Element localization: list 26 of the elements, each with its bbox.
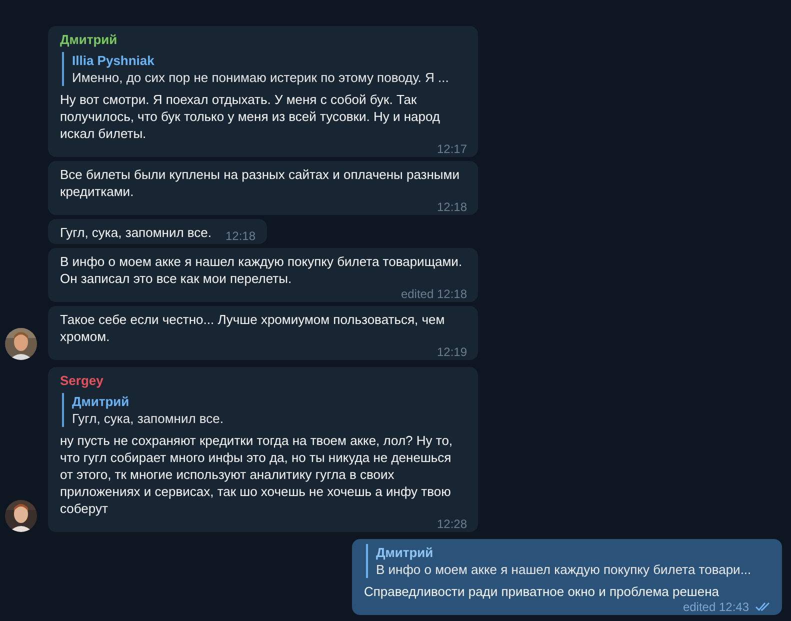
- message-text: Справедливости ради приватное окно и проблема решена: [364, 583, 719, 600]
- message-time: 12:17: [436, 142, 467, 156]
- message-text: ну пусть не сохраняют кредитки тогда на твоем акке, лол? Ну то, что гугл собирает много инфы это да, но ты никуда не денешься от этого, тк многие используют аналитику гугла в своих приложениях и сервисах, так шо хочешь не хочешь а инфу твою соберут: [60, 432, 454, 517]
- message-time: 12:18: [226, 229, 256, 243]
- message-text: Гугл, сука, запомнил все.: [60, 224, 212, 241]
- message-text: Ну вот смотри. Я поехал отдыхать. У меня с собой бук. Так получилось, что бук только у меня из всей тусовки. Ну и народ искал билеты.: [60, 91, 441, 142]
- sender-name: Дмитрий: [60, 31, 118, 48]
- double-check-icon: [755, 602, 771, 612]
- message-time: 12:19: [436, 345, 467, 359]
- reply-text: Именно, до сих пор не понимаю истерик по этому поводу. Я ...: [72, 69, 450, 86]
- message-time: 12:18: [436, 200, 467, 214]
- reply-quote[interactable]: Дмитрий Гугл, сука, запомнил все.: [62, 393, 467, 427]
- reply-quote[interactable]: Дмитрий В инфо о моем акке я нашел каждую покупку билета товари...: [366, 544, 771, 578]
- reply-author: Дмитрий: [376, 544, 434, 561]
- reply-text: В инфо о моем акке я нашел каждую покупку билета товари...: [376, 561, 752, 578]
- reply-author: Illia Pyshniak: [72, 52, 156, 69]
- reply-text: Гугл, сука, запомнил все.: [72, 410, 224, 427]
- sender-name: Sergey: [60, 372, 104, 389]
- reply-quote[interactable]: Illia Pyshniak Именно, до сих пор не понимаю истерик по этому поводу. Я ...: [62, 52, 467, 86]
- reply-author: Дмитрий: [72, 393, 130, 410]
- message-text: В инфо о моем акке я нашел каждую покупку билета товарищами. Он записал это все как мои перелеты.: [60, 253, 464, 287]
- message-text: Такое себе если честно... Лучше хромиумом пользоваться, чем хромом.: [60, 311, 446, 345]
- message-time: edited 12:43: [682, 600, 749, 614]
- message-time: 12:28: [436, 517, 467, 531]
- message-time: edited 12:18: [400, 287, 467, 301]
- message-text: Все билеты были куплены на разных сайтах и оплачены разными кредитками.: [60, 166, 460, 200]
